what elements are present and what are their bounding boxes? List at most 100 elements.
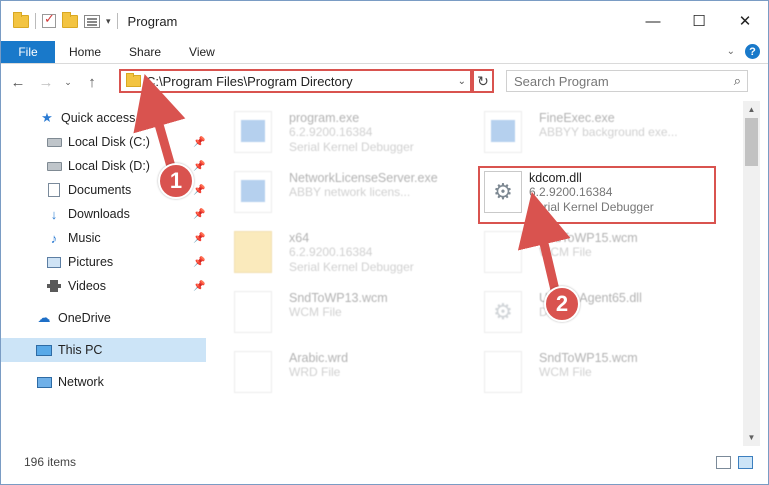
sidebar-item-label: Pictures bbox=[68, 255, 114, 269]
details-view-icon[interactable] bbox=[716, 455, 731, 469]
this-pc-icon bbox=[36, 343, 52, 357]
file-type: WRD File bbox=[289, 365, 341, 379]
new-folder-icon[interactable] bbox=[62, 11, 78, 28]
file-list: program.exe 6.2.9200.16384 Serial Kernel… bbox=[214, 101, 742, 446]
window-controls: — ☐ ✕ bbox=[630, 1, 768, 41]
sidebar-item-this-pc[interactable]: This PC bbox=[1, 338, 206, 362]
sidebar-item-label: Network bbox=[58, 375, 104, 389]
step-2-marker: 2 bbox=[544, 286, 580, 322]
tab-share[interactable]: Share bbox=[115, 41, 175, 63]
file-icon bbox=[234, 291, 272, 333]
properties-icon[interactable] bbox=[84, 14, 100, 28]
search-input[interactable]: Search Program ⌕ bbox=[506, 70, 748, 92]
customize-toolbar-chevron-icon[interactable]: ▾ bbox=[106, 16, 111, 27]
scroll-thumb[interactable] bbox=[745, 118, 758, 166]
address-bar[interactable]: C:\Program Files\Program Directory ⌄ bbox=[119, 69, 472, 93]
navigation-pane: ★ Quick access Local Disk (C:) 📌 Local D… bbox=[1, 101, 211, 446]
tab-file[interactable]: File bbox=[1, 41, 55, 63]
sidebar-item-label: Videos bbox=[68, 279, 106, 293]
address-path[interactable]: C:\Program Files\Program Directory bbox=[146, 74, 353, 89]
minimize-button[interactable]: — bbox=[630, 1, 676, 41]
videos-icon bbox=[46, 279, 62, 293]
file-item-x64-folder[interactable]: x64 6.2.9200.16384 Serial Kernel Debugge… bbox=[214, 223, 454, 278]
downloads-icon: ↓ bbox=[50, 206, 58, 222]
pin-icon[interactable]: 📌 bbox=[193, 137, 205, 148]
sidebar-item-pictures[interactable]: Pictures 📌 bbox=[1, 250, 206, 274]
sidebar-item-label: OneDrive bbox=[58, 311, 111, 325]
exe-icon bbox=[484, 111, 522, 153]
close-button[interactable]: ✕ bbox=[722, 1, 768, 41]
file-icon bbox=[484, 351, 522, 393]
file-item-fineexec-exe[interactable]: FineExec.exe ABBYY background exe... bbox=[464, 103, 704, 158]
disk-icon bbox=[46, 135, 62, 149]
sidebar-item-downloads[interactable]: ↓ Downloads 📌 bbox=[1, 202, 206, 226]
network-icon bbox=[36, 375, 52, 389]
sidebar-item-label: Downloads bbox=[68, 207, 130, 221]
sidebar-item-videos[interactable]: Videos 📌 bbox=[1, 274, 206, 298]
tab-view[interactable]: View bbox=[175, 41, 229, 63]
search-placeholder: Search Program bbox=[514, 73, 609, 89]
pin-icon[interactable]: 📌 bbox=[193, 209, 205, 220]
sidebar-item-network[interactable]: Network bbox=[1, 370, 206, 394]
documents-icon bbox=[46, 183, 62, 197]
sidebar-item-label: This PC bbox=[58, 343, 103, 357]
pin-icon[interactable]: 📌 bbox=[193, 161, 205, 172]
help-icon[interactable]: ? bbox=[745, 44, 760, 59]
star-icon: ★ bbox=[41, 110, 53, 125]
refresh-button[interactable]: ↻ bbox=[472, 69, 494, 93]
tiles-view-icon[interactable] bbox=[738, 455, 753, 469]
scroll-up-icon[interactable]: ▲ bbox=[743, 101, 760, 118]
sidebar-item-onedrive[interactable]: ☁ OneDrive bbox=[1, 306, 206, 330]
navigation-bar: ← → ⌄ ↑ C:\Program Files\Program Directo… bbox=[1, 65, 768, 99]
exe-icon bbox=[234, 171, 272, 213]
expand-ribbon-chevron-icon[interactable]: ⌄ bbox=[727, 46, 735, 57]
file-icon bbox=[484, 231, 522, 273]
scroll-down-icon[interactable]: ▼ bbox=[743, 429, 760, 446]
window-title: Program bbox=[127, 13, 178, 29]
pin-icon[interactable]: 📌 bbox=[193, 185, 205, 196]
file-name: SndToWP15.wcm bbox=[539, 231, 638, 245]
vertical-scrollbar[interactable]: ▲ ▼ bbox=[743, 101, 760, 446]
file-name: program.exe bbox=[289, 111, 360, 125]
file-name: x64 bbox=[289, 231, 310, 245]
gear-file-icon: ⚙ bbox=[484, 291, 522, 333]
onedrive-icon: ☁ bbox=[37, 310, 51, 325]
back-button[interactable]: ← bbox=[7, 71, 29, 93]
file-version: 6.2.9200.16384 bbox=[289, 245, 373, 259]
sidebar-item-quick-access[interactable]: ★ Quick access bbox=[1, 106, 206, 130]
file-name: FineExec.exe bbox=[539, 111, 615, 125]
sidebar-item-local-disk-c[interactable]: Local Disk (C:) 📌 bbox=[1, 130, 206, 154]
file-item-sndtowp13-wcm[interactable]: SndToWP13.wcm WCM File bbox=[214, 283, 454, 338]
pin-icon[interactable]: 📌 bbox=[193, 233, 205, 244]
file-icon bbox=[234, 351, 272, 393]
file-name: SndToWP15.wcm bbox=[539, 351, 638, 365]
file-item-sndtowp15-wcm[interactable]: SndToWP15.wcm WCM File bbox=[464, 223, 704, 278]
pin-icon[interactable]: 📌 bbox=[193, 257, 205, 268]
maximize-button[interactable]: ☐ bbox=[676, 1, 722, 41]
tab-home[interactable]: Home bbox=[55, 41, 115, 63]
music-icon: ♪ bbox=[50, 230, 58, 246]
file-item-updateagent65-dll[interactable]: ⚙ UpdateAgent65.dll DLL bbox=[464, 283, 704, 338]
file-item-networklicenseserver-exe[interactable]: NetworkLicenseServer.exe ABBY network li… bbox=[214, 163, 454, 218]
recent-locations-chevron-icon[interactable]: ⌄ bbox=[61, 71, 75, 93]
status-bar: 196 items bbox=[1, 451, 768, 473]
view-toggle bbox=[716, 455, 753, 469]
file-item-arabic-wrd[interactable]: Arabic.wrd WRD File bbox=[214, 343, 454, 398]
address-dropdown-chevron-icon[interactable]: ⌄ bbox=[458, 76, 466, 87]
file-item-sndtowp15-wcm-2[interactable]: SndToWP15.wcm WCM File bbox=[464, 343, 704, 398]
up-button[interactable]: ↑ bbox=[81, 71, 103, 93]
sidebar-item-label: Local Disk (C:) bbox=[68, 135, 150, 149]
pin-icon[interactable]: 📌 bbox=[193, 281, 205, 292]
explorer-window: ▾ Program — ☐ ✕ File Home Share View ⌄ ?… bbox=[0, 0, 769, 485]
sidebar-item-music[interactable]: ♪ Music 📌 bbox=[1, 226, 206, 250]
properties-check-icon[interactable] bbox=[42, 11, 56, 28]
file-name: SndToWP13.wcm bbox=[289, 291, 388, 305]
pictures-icon bbox=[46, 255, 62, 269]
folder-icon[interactable] bbox=[13, 11, 29, 28]
item-count: 196 items bbox=[24, 455, 77, 469]
file-item-program-exe[interactable]: program.exe 6.2.9200.16384 Serial Kernel… bbox=[214, 103, 454, 158]
disk-icon bbox=[46, 159, 62, 173]
search-icon[interactable]: ⌕ bbox=[734, 73, 741, 89]
forward-button[interactable]: → bbox=[35, 71, 57, 93]
file-description: Serial Kernel Debugger bbox=[289, 260, 414, 274]
